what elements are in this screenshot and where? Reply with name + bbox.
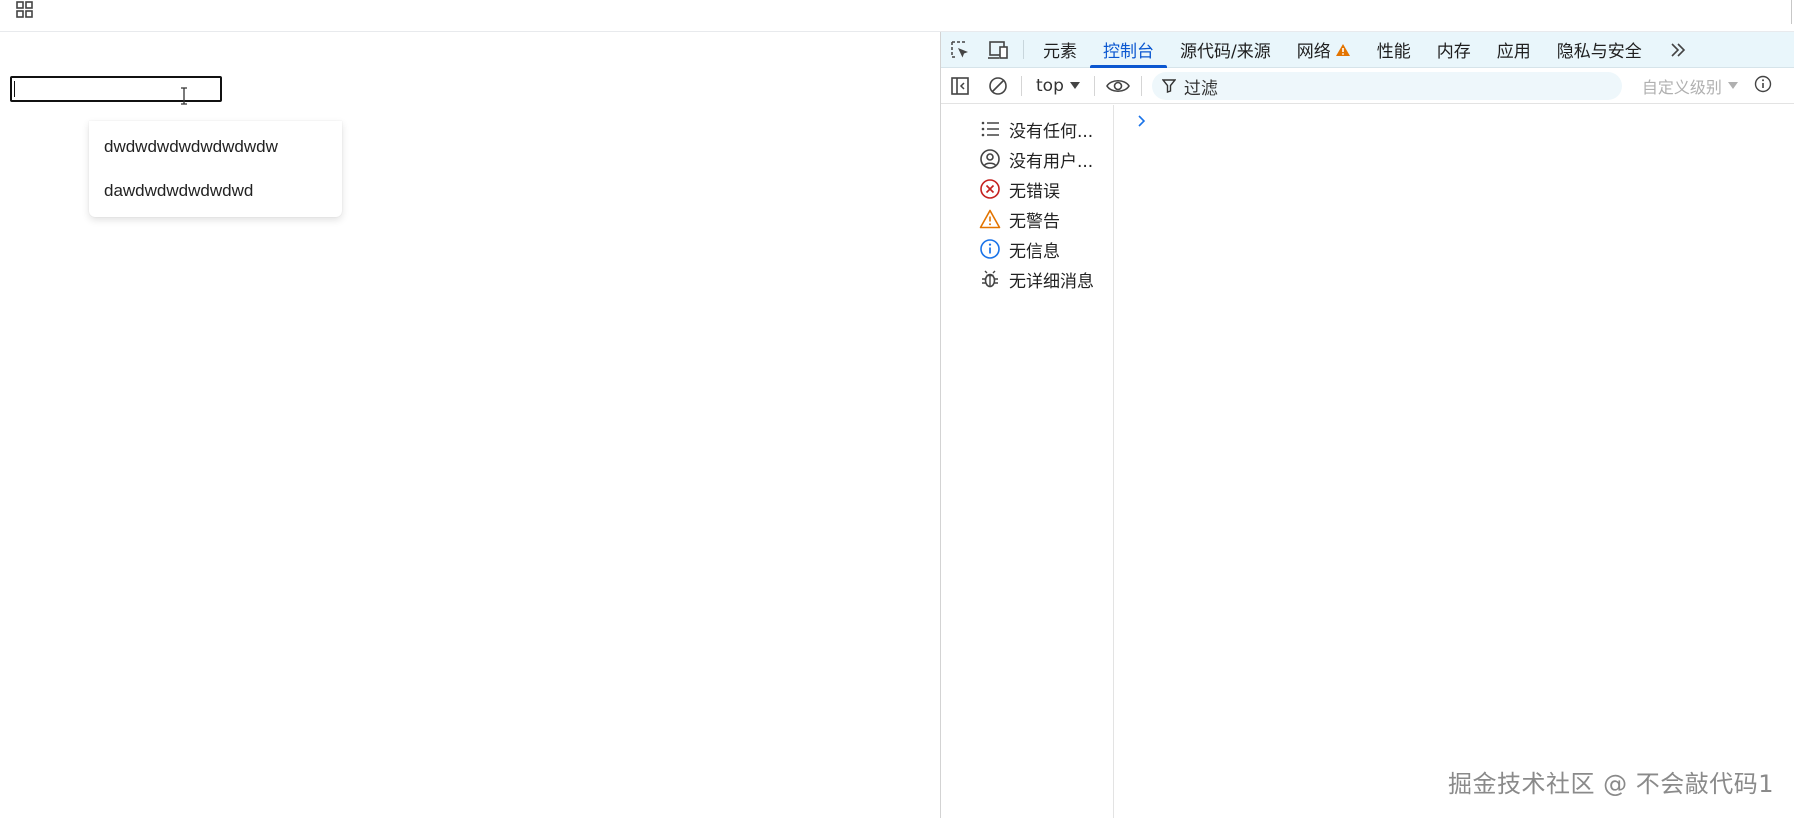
caret-down-icon (1069, 82, 1080, 89)
tab-elements[interactable]: 元素 (1030, 32, 1090, 67)
device-toolbar-button[interactable] (979, 32, 1017, 67)
sidebar-toggle-icon (951, 77, 969, 95)
autocomplete-dropdown: dwdwdwdwdwdwdwdw dawdwdwdwdwdwd (89, 121, 342, 217)
sidebar-item-messages[interactable]: 没有任何... (941, 114, 1113, 144)
sidebar-item-label: 没有任何... (1009, 121, 1094, 142)
console-prompt-icon (1138, 115, 1146, 127)
suggestion-item[interactable]: dawdwdwdwdwdwd (89, 169, 342, 213)
context-selector[interactable]: top (1026, 76, 1090, 96)
clear-console-button[interactable] (979, 69, 1017, 104)
bug-icon (982, 270, 998, 288)
console-sidebar: 没有任何... 没有用户... 无错误 无警告 无信息 无详细消息 (941, 105, 1114, 818)
warning-icon (1335, 43, 1350, 56)
filter-icon (1161, 79, 1176, 93)
tab-label: 控制台 (1103, 42, 1154, 62)
filter-input[interactable]: 过滤 (1151, 72, 1622, 100)
browser-top-strip (0, 0, 1794, 32)
tab-label: 隐私与安全 (1556, 42, 1642, 62)
info-icon (1754, 75, 1772, 93)
log-level-label: 自定义级别 (1641, 78, 1722, 97)
log-level-selector[interactable]: 自定义级别 (1642, 74, 1738, 98)
filter-placeholder: 过滤 (1183, 78, 1218, 99)
tab-label: 网络 (1296, 42, 1331, 62)
tab-sources[interactable]: 源代码/来源 (1167, 32, 1284, 67)
ibeam-cursor-icon (181, 87, 187, 105)
sidebar-item-label: 无信息 (1009, 241, 1060, 262)
window-edge-divider (1791, 0, 1792, 24)
sidebar-item-label: 无错误 (1009, 181, 1060, 202)
sidebar-item-label: 没有用户... (1009, 151, 1094, 172)
error-icon (980, 179, 1000, 199)
tab-application[interactable]: 应用 (1484, 32, 1544, 67)
tab-label: 源代码/来源 (1180, 42, 1271, 62)
toggle-sidebar-button[interactable] (941, 69, 979, 104)
suggestion-item[interactable]: dwdwdwdwdwdwdwdw (89, 125, 342, 169)
user-icon (980, 149, 1000, 169)
tab-label: 性能 (1376, 42, 1411, 62)
sidebar-item-verbose[interactable]: 无详细消息 (941, 264, 1113, 294)
tab-label: 内存 (1436, 42, 1471, 62)
tab-network[interactable]: 网络 (1284, 32, 1364, 67)
toolbar-separator (1093, 76, 1095, 96)
toolbar-separator (1023, 40, 1024, 59)
sidebar-item-warnings[interactable]: 无警告 (941, 204, 1113, 234)
info-icon (980, 239, 1000, 259)
eye-icon (1105, 79, 1130, 93)
web-page: dwdwdwdwdwdwdwdw dawdwdwdwdwdwd (0, 32, 940, 818)
watermark-text: 掘金技术社区 @ 不会敲代码1 (1448, 770, 1775, 798)
apps-grid-icon[interactable] (15, 0, 35, 20)
inspect-element-icon (951, 40, 968, 58)
chevron-double-right-icon (1671, 42, 1685, 57)
tab-console[interactable]: 控制台 (1090, 32, 1167, 68)
warning-icon (979, 209, 1001, 229)
sidebar-item-errors[interactable]: 无错误 (941, 174, 1113, 204)
sidebar-item-user-messages[interactable]: 没有用户... (941, 144, 1113, 174)
inspect-element-button[interactable] (941, 32, 979, 67)
sidebar-item-info[interactable]: 无信息 (941, 234, 1113, 264)
caret-down-icon (1727, 82, 1738, 89)
text-caret (14, 81, 15, 97)
context-label: top (1036, 76, 1064, 96)
tab-label: 应用 (1496, 42, 1531, 62)
tab-performance[interactable]: 性能 (1364, 32, 1424, 67)
console-toolbar: top 过滤 自定义级别 (941, 69, 1794, 104)
issues-info-button[interactable] (1754, 75, 1772, 97)
tab-privacy-security[interactable]: 隐私与安全 (1544, 32, 1655, 67)
devtools-panel: 元素 控制台 源代码/来源 网络 性能 内存 应用 隐私与安全 top 过滤 自… (940, 32, 1794, 818)
toolbar-separator (1140, 76, 1142, 96)
tab-memory[interactable]: 内存 (1424, 32, 1484, 67)
list-icon (981, 121, 999, 137)
devtools-tabbar: 元素 控制台 源代码/来源 网络 性能 内存 应用 隐私与安全 (941, 32, 1794, 68)
device-toolbar-icon (988, 40, 1008, 59)
tab-label: 元素 (1043, 42, 1077, 62)
autocomplete-input[interactable] (10, 76, 222, 102)
console-output[interactable] (1115, 105, 1794, 818)
more-tabs-button[interactable] (1655, 32, 1701, 67)
sidebar-item-label: 无详细消息 (1009, 271, 1094, 292)
sidebar-item-label: 无警告 (1009, 211, 1060, 232)
toolbar-separator (1021, 76, 1022, 96)
live-expression-button[interactable] (1099, 69, 1137, 104)
block-icon (989, 77, 1007, 95)
